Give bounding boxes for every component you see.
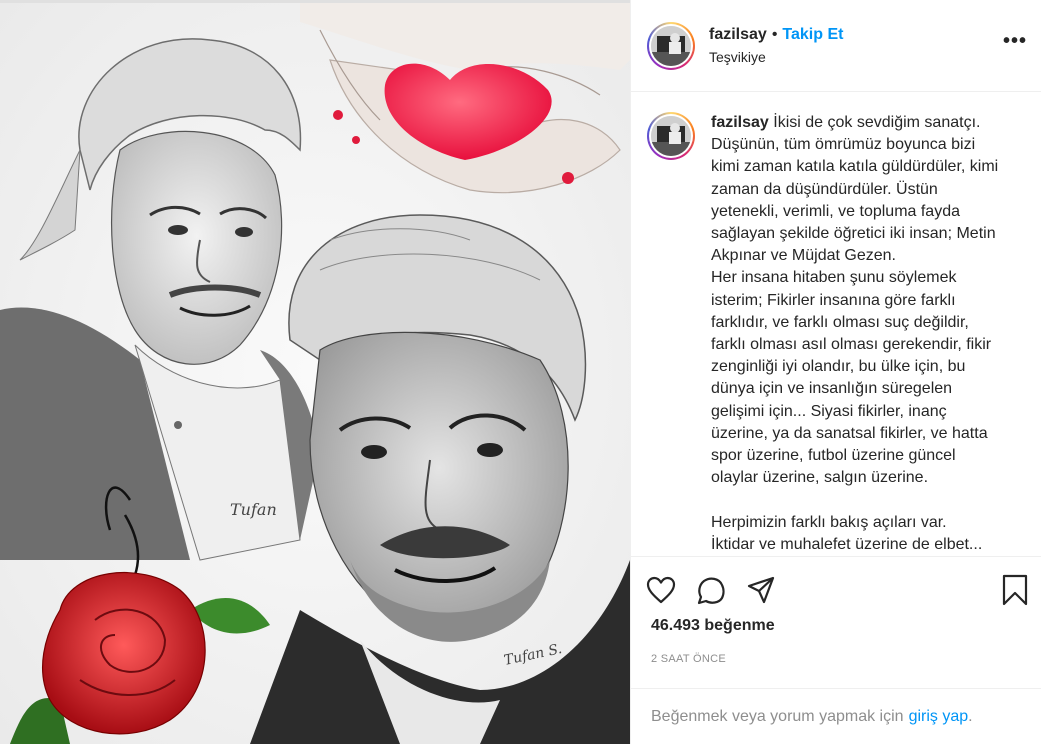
paper-plane-icon bbox=[747, 576, 775, 604]
heart-outline-icon bbox=[646, 576, 676, 604]
more-dots-icon[interactable]: ••• bbox=[1003, 31, 1026, 54]
artist-signature-top: Tufan bbox=[230, 500, 277, 519]
caption-story-ring[interactable] bbox=[647, 112, 695, 160]
caption-avatar[interactable] bbox=[651, 116, 691, 156]
login-prompt-bar: Beğenmek veya yorum yapmak için giriş ya… bbox=[631, 688, 1041, 744]
separator-dot: • bbox=[771, 26, 778, 43]
login-link[interactable]: giriş yap bbox=[909, 708, 969, 726]
share-button[interactable] bbox=[745, 574, 777, 606]
location-link[interactable]: Teşvikiye bbox=[709, 49, 843, 65]
avatar-image bbox=[651, 116, 691, 156]
comment-bubble-icon bbox=[697, 577, 725, 605]
comments-area[interactable]: fazilsay İkisi de çok sevdiğim sanatçı. … bbox=[631, 92, 1041, 557]
avatar[interactable] bbox=[651, 25, 691, 66]
story-ring[interactable] bbox=[647, 21, 695, 70]
post-image[interactable]: Tufan Tufan S. bbox=[0, 0, 630, 744]
username-link[interactable]: fazilsay bbox=[709, 26, 767, 44]
caption-item: fazilsay İkisi de çok sevdiğim sanatçı. … bbox=[647, 112, 1025, 556]
post-timestamp[interactable]: 2 SAAT ÖNCE bbox=[631, 653, 1041, 665]
like-button[interactable] bbox=[645, 574, 677, 606]
caption-username[interactable]: fazilsay bbox=[711, 114, 769, 131]
login-prompt-end: . bbox=[968, 707, 973, 725]
instagram-post: Tufan Tufan S. fazilsay • Takip Et Teşvi… bbox=[0, 0, 1041, 744]
action-bar bbox=[631, 557, 1041, 623]
save-button[interactable] bbox=[999, 574, 1031, 606]
post-header: fazilsay • Takip Et Teşvikiye ••• bbox=[631, 0, 1041, 92]
caption: fazilsay İkisi de çok sevdiğim sanatçı. … bbox=[711, 112, 1007, 556]
pencil-portrait-artwork: Tufan Tufan S. bbox=[0, 0, 630, 744]
bookmark-icon bbox=[1002, 574, 1028, 606]
avatar-image bbox=[651, 25, 691, 66]
caption-text: İkisi de çok sevdiğim sanatçı. Düşünün, … bbox=[711, 114, 999, 553]
post-sidebar: fazilsay • Takip Et Teşvikiye ••• fazils… bbox=[630, 0, 1041, 744]
comment-button[interactable] bbox=[695, 574, 727, 606]
login-prompt-text: Beğenmek veya yorum yapmak için bbox=[651, 707, 904, 725]
follow-button[interactable]: Takip Et bbox=[782, 26, 843, 44]
